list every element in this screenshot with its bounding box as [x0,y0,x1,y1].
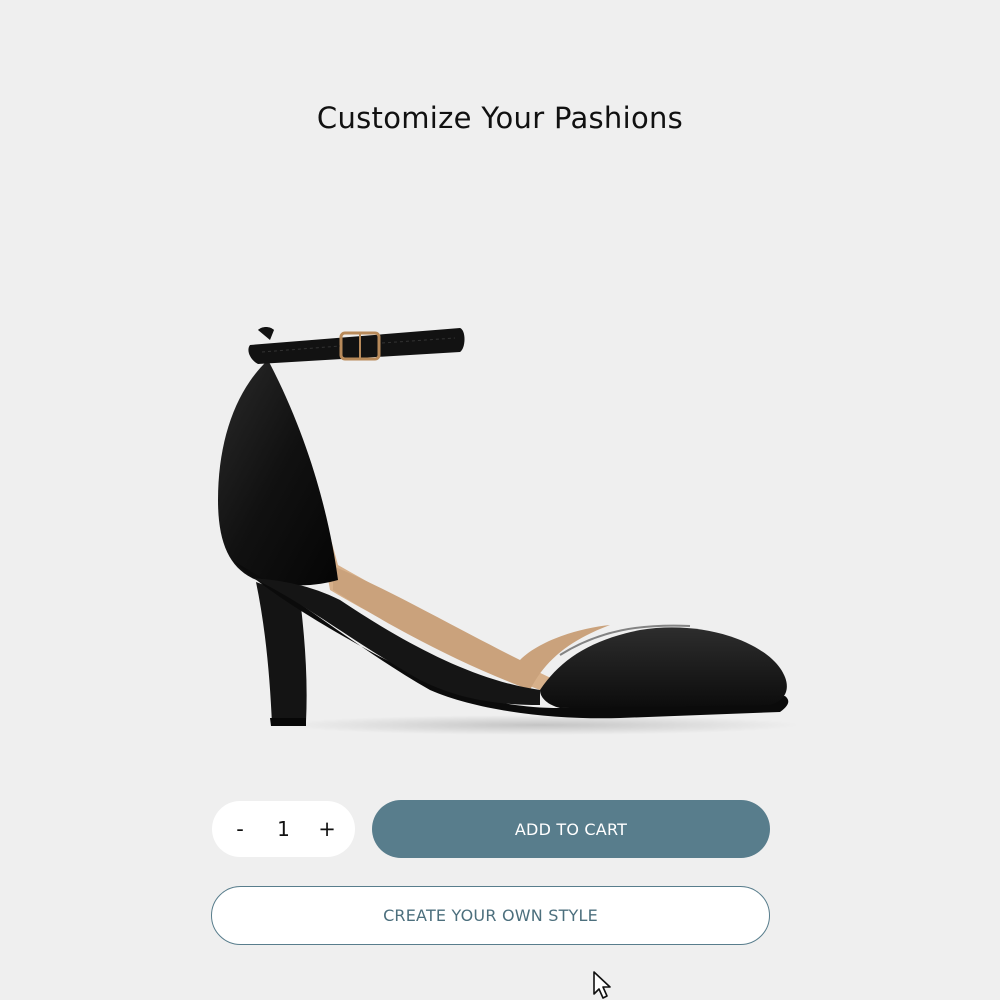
add-to-cart-button[interactable]: ADD TO CART [372,800,770,858]
create-your-own-style-button[interactable]: CREATE YOUR OWN STYLE [211,886,770,945]
page-title: Customize Your Pashions [316,101,684,135]
increment-button[interactable]: + [311,813,343,845]
mouse-pointer-icon [593,971,611,999]
product-shoe-image [218,327,800,735]
quantity-value[interactable]: 1 [264,817,304,841]
quantity-stepper[interactable]: - 1 + [212,801,355,857]
decrement-button[interactable]: - [224,813,256,845]
